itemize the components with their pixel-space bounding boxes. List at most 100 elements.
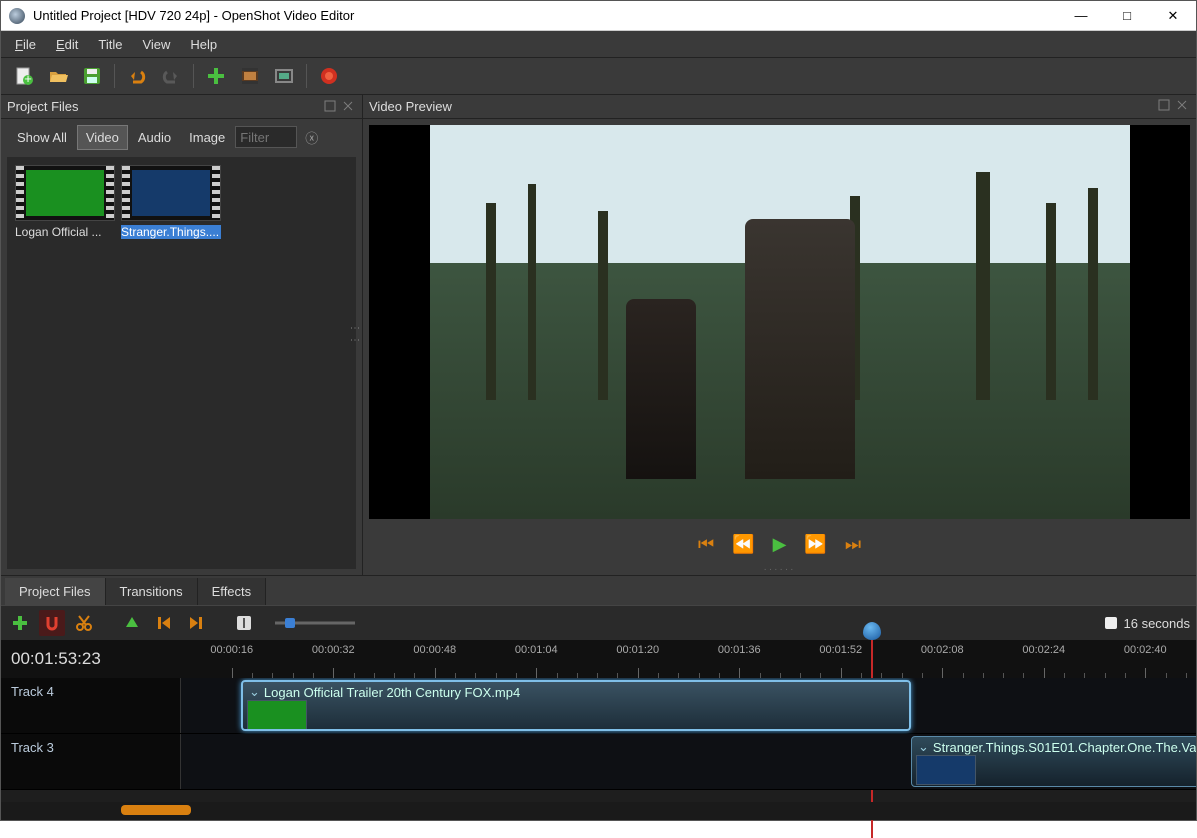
redo-button[interactable] <box>157 62 185 90</box>
project-file-thumb <box>121 165 221 221</box>
timeline-scrollbar[interactable] <box>1 802 1196 820</box>
panel-close-icon[interactable] <box>1176 99 1190 113</box>
ruler-tick-label: 00:02:08 <box>921 644 964 656</box>
playhead-handle-icon[interactable] <box>863 622 881 640</box>
svg-text:+: + <box>24 71 32 86</box>
add-marker-button[interactable] <box>119 610 145 636</box>
menubar: File Edit Title View Help <box>1 31 1196 57</box>
razor-button[interactable] <box>71 610 97 636</box>
play-button[interactable]: ▶ <box>773 534 787 555</box>
clip-expand-icon[interactable]: ⌄ <box>249 684 260 700</box>
main-toolbar: + <box>1 57 1196 95</box>
video-preview-title: Video Preview <box>369 99 452 114</box>
ruler-tick-label: 00:01:36 <box>718 644 761 656</box>
timeline-current-time: 00:01:53:23 <box>1 649 181 669</box>
ruler-tick-label: 00:01:04 <box>515 644 558 656</box>
ruler-tick-label: 00:02:24 <box>1022 644 1065 656</box>
undock-icon[interactable] <box>324 100 338 114</box>
zoom-label: 16 seconds <box>1124 616 1191 631</box>
project-file-label: Logan Official ... <box>15 225 115 239</box>
clip-thumb <box>247 700 307 730</box>
track-header[interactable]: Track 3 <box>1 734 181 789</box>
fullscreen-button[interactable] <box>270 62 298 90</box>
add-track-button[interactable] <box>7 610 33 636</box>
track-body[interactable]: ⌄Logan Official Trailer 20th Century FOX… <box>181 678 1196 733</box>
project-file-thumb <box>15 165 115 221</box>
panel-close-icon[interactable] <box>342 100 356 114</box>
app-icon <box>9 8 25 24</box>
menu-edit-label: dit <box>65 37 79 52</box>
filter-image[interactable]: Image <box>181 126 233 149</box>
menu-view[interactable]: View <box>132 33 180 56</box>
filter-show-all[interactable]: Show All <box>9 126 75 149</box>
undock-icon[interactable] <box>1158 99 1172 113</box>
clear-filter-icon[interactable]: ⓧ <box>305 128 318 147</box>
ruler-tick-label: 00:01:20 <box>616 644 659 656</box>
clip-thumb <box>916 755 976 785</box>
timeline-panel: 16 seconds 00:01:53:23 00:00:1600:00:320… <box>1 605 1196 820</box>
tab-project-files[interactable]: Project Files <box>5 578 106 605</box>
menu-file[interactable]: File <box>5 33 46 56</box>
track-body[interactable]: ⌄ Stranger.Things.S01E01.Chapter.One.The.… <box>181 734 1196 789</box>
menu-title[interactable]: Title <box>88 33 132 56</box>
preview-viewport[interactable] <box>369 125 1190 519</box>
timeline-clip[interactable]: ⌄ Stranger.Things.S01E01.Chapter.One.The.… <box>911 736 1196 787</box>
maximize-button[interactable]: □ <box>1104 1 1150 30</box>
playback-controls: ⏮ ⏪ ▶ ⏩ ⏭ <box>363 525 1196 564</box>
preview-frame <box>430 125 1130 519</box>
rewind-button[interactable]: ⏪ <box>732 534 754 555</box>
ruler-tick-label: 00:00:16 <box>210 644 253 656</box>
bottom-tabs: Project Files Transitions Effects <box>1 575 1196 605</box>
clip-expand-icon[interactable]: ⌄ <box>918 739 929 755</box>
scrollbar-thumb[interactable] <box>121 805 191 815</box>
project-files-panel: Project Files Show All Video Audio Image… <box>1 95 363 575</box>
timeline-track[interactable]: Track 4 ⌄Logan Official Trailer 20th Cent… <box>1 678 1196 734</box>
filter-audio[interactable]: Audio <box>130 126 179 149</box>
timeline-track[interactable]: Track 3 ⌄ Stranger.Things.S01E01.Chapter.O… <box>1 734 1196 790</box>
center-playhead-button[interactable] <box>231 610 257 636</box>
filter-input[interactable] <box>235 126 297 148</box>
undo-button[interactable] <box>123 62 151 90</box>
tab-transitions[interactable]: Transitions <box>106 578 198 605</box>
ruler-tick-label: 00:00:32 <box>312 644 355 656</box>
tab-effects[interactable]: Effects <box>198 578 267 605</box>
timeline-clip[interactable]: ⌄Logan Official Trailer 20th Century FOX… <box>241 680 911 731</box>
next-marker-button[interactable] <box>183 610 209 636</box>
app-window: Untitled Project [HDV 720 24p] - OpenSho… <box>0 0 1197 821</box>
track-header[interactable]: Track 4 <box>1 678 181 733</box>
choose-profile-button[interactable] <box>236 62 264 90</box>
filter-video[interactable]: Video <box>77 125 128 150</box>
zoom-slider[interactable] <box>275 616 355 630</box>
window-title: Untitled Project [HDV 720 24p] - OpenSho… <box>33 8 1058 23</box>
video-preview-panel: Video Preview <box>363 95 1196 575</box>
export-video-button[interactable] <box>315 62 343 90</box>
timeline-tracks[interactable]: Track 4 ⌄Logan Official Trailer 20th Cent… <box>1 678 1196 802</box>
jump-start-button[interactable]: ⏮ <box>698 534 714 555</box>
import-files-button[interactable] <box>202 62 230 90</box>
project-files-title: Project Files <box>7 99 79 114</box>
main-area: Project Files Show All Video Audio Image… <box>1 95 1196 820</box>
menu-help[interactable]: Help <box>180 33 227 56</box>
project-file-item[interactable]: Logan Official ... <box>15 165 115 239</box>
snap-button[interactable] <box>39 610 65 636</box>
titlebar: Untitled Project [HDV 720 24p] - OpenSho… <box>1 1 1196 31</box>
ruler-tick-label: 00:02:40 <box>1124 644 1167 656</box>
menu-edit[interactable]: Edit <box>46 33 88 56</box>
project-file-item[interactable]: Stranger.Things.... <box>121 165 221 239</box>
jump-end-button[interactable]: ⏭ <box>845 534 861 555</box>
panel-drag-handle[interactable]: ⋮⋮ <box>349 323 360 347</box>
save-project-button[interactable] <box>78 62 106 90</box>
timeline-ruler[interactable]: 00:01:53:23 00:00:16 00:00:32 00:00:48 00:0… <box>1 640 1196 678</box>
splitter-handle[interactable]: ······ <box>363 564 1196 575</box>
new-project-button[interactable]: + <box>10 62 38 90</box>
project-files-list[interactable]: Logan Official ... Stranger.Things.... <box>7 157 356 569</box>
close-button[interactable]: ✕ <box>1150 1 1196 30</box>
project-files-filters: Show All Video Audio Image ⓧ <box>1 119 362 155</box>
clip-label: Stranger.Things.S01E01.Chapter.One.The.V… <box>933 740 1196 755</box>
fast-forward-button[interactable]: ⏩ <box>804 534 826 555</box>
ruler-tick-label: 00:00:48 <box>413 644 456 656</box>
open-project-button[interactable] <box>44 62 72 90</box>
prev-marker-button[interactable] <box>151 610 177 636</box>
minimize-button[interactable]: — <box>1058 1 1104 30</box>
ruler-tick-label: 00:01:52 <box>819 644 862 656</box>
